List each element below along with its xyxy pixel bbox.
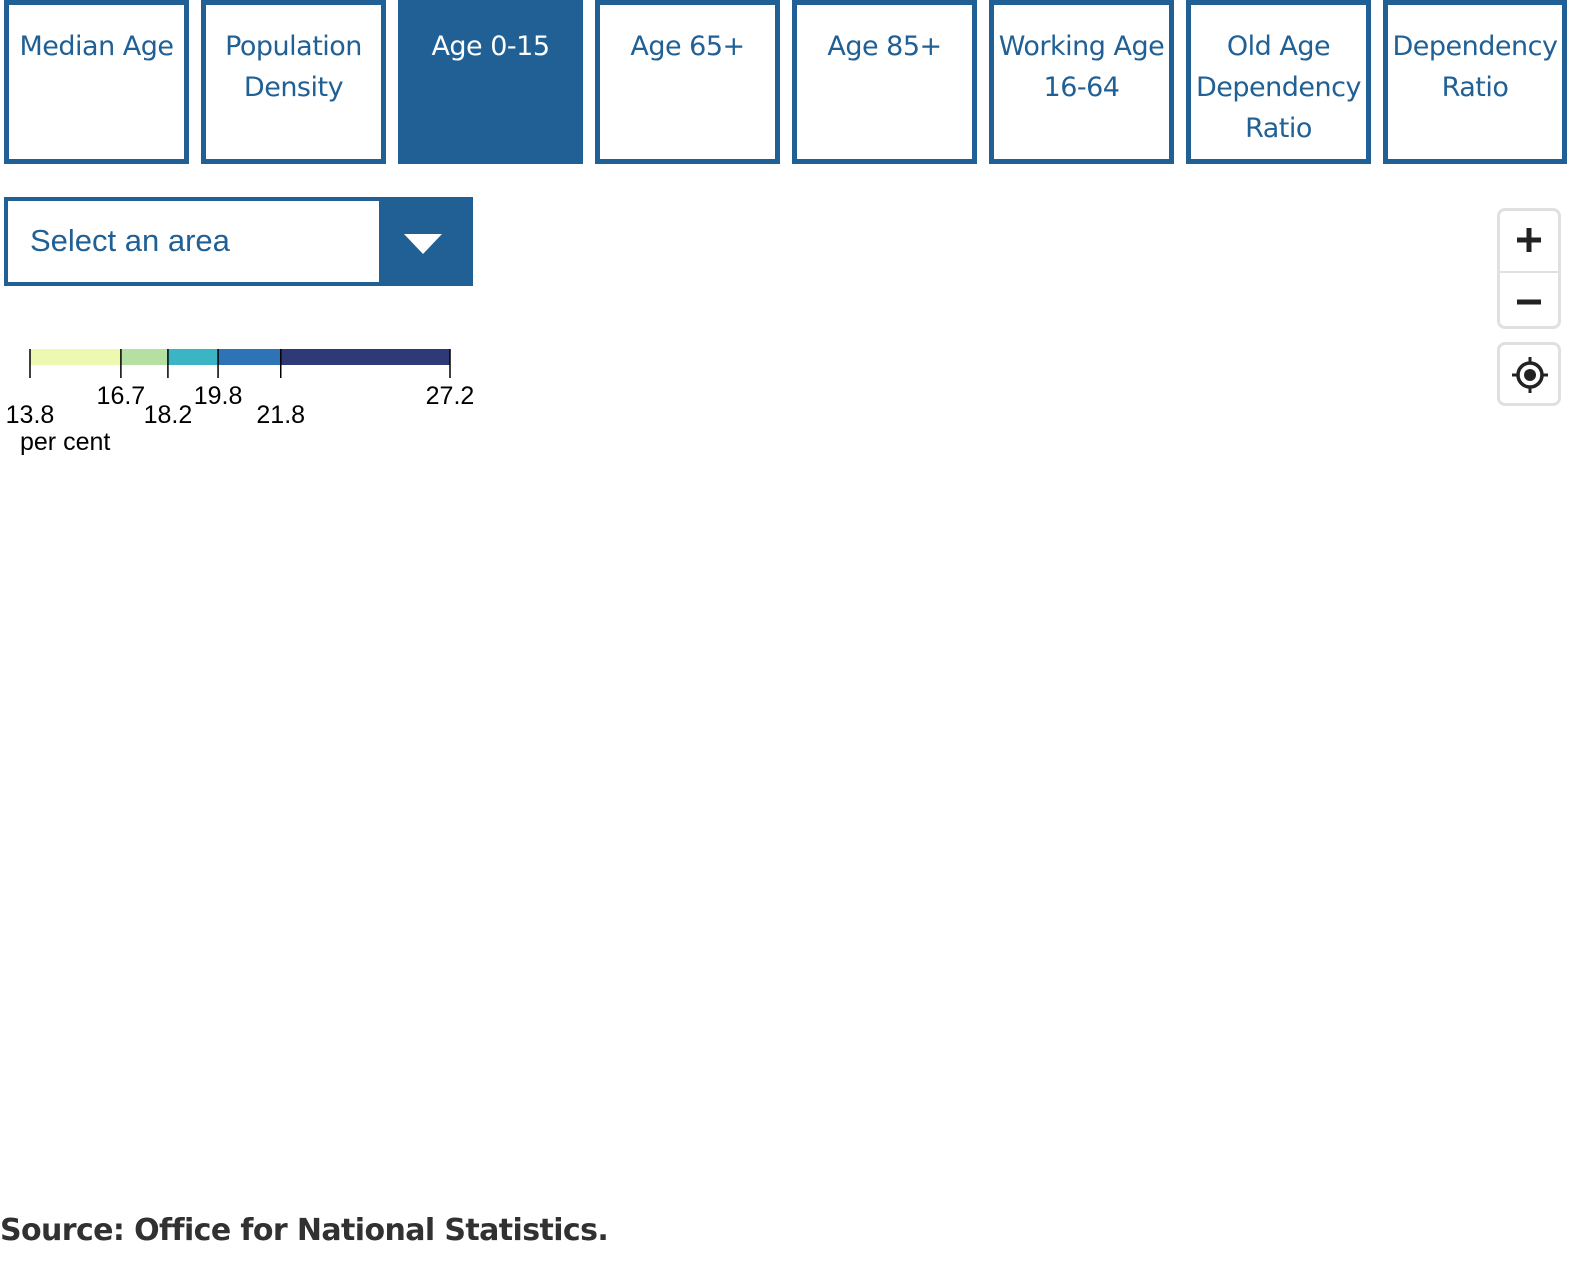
- metric-tabs: Median Age Population Density Age 0-15 A…: [0, 0, 1589, 164]
- legend-tick-label: 16.7: [97, 382, 146, 410]
- legend-swatch: [120, 349, 168, 365]
- legend-swatch: [167, 349, 219, 365]
- legend-tick-label: 19.8: [194, 382, 243, 410]
- legend-swatch: [280, 349, 450, 365]
- legend-scale: 13.8 16.718.219.8 21.8 27.2 per cent: [6, 349, 475, 456]
- locate-button[interactable]: [1497, 342, 1561, 406]
- legend-swatch: [30, 349, 121, 365]
- tab-age-85-plus[interactable]: Age 85+: [792, 0, 977, 164]
- area-select[interactable]: Select an area: [4, 197, 473, 286]
- plus-icon: [1517, 228, 1541, 252]
- tab-working-age[interactable]: Working Age 16-64: [989, 0, 1174, 164]
- triangle-down-icon: [404, 234, 442, 254]
- tab-old-age-dependency-ratio[interactable]: Old Age Dependency Ratio: [1186, 0, 1371, 164]
- legend-tick-label: 27.2: [426, 382, 475, 410]
- source-note: Source: Office for National Statistics.: [0, 1213, 609, 1248]
- area-select-label: Select an area: [30, 223, 230, 258]
- area-select-toggle[interactable]: [379, 201, 469, 282]
- tab-dependency-ratio[interactable]: Dependency Ratio: [1383, 0, 1567, 164]
- crosshair-icon: [1512, 357, 1548, 393]
- legend-unit: per cent: [20, 428, 110, 456]
- tab-median-age[interactable]: Median Age: [4, 0, 189, 164]
- map-legend: 13.8 16.7 18.2 19.8 21.8 27.2 per cent: [0, 330, 520, 470]
- tab-age-65-plus[interactable]: Age 65+: [595, 0, 780, 164]
- minus-icon: [1517, 299, 1541, 305]
- zoom-in-button[interactable]: [1500, 211, 1558, 269]
- zoom-control: [1497, 208, 1561, 329]
- legend-tick-label: 18.2: [144, 401, 193, 429]
- legend-swatch: [218, 349, 281, 365]
- tab-age-0-15[interactable]: Age 0-15: [398, 0, 583, 164]
- zoom-out-button[interactable]: [1500, 271, 1558, 331]
- legend-tick-label: 13.8: [6, 401, 55, 429]
- tab-population-density[interactable]: Population Density: [201, 0, 386, 164]
- legend-tick-label: 21.8: [256, 401, 305, 429]
